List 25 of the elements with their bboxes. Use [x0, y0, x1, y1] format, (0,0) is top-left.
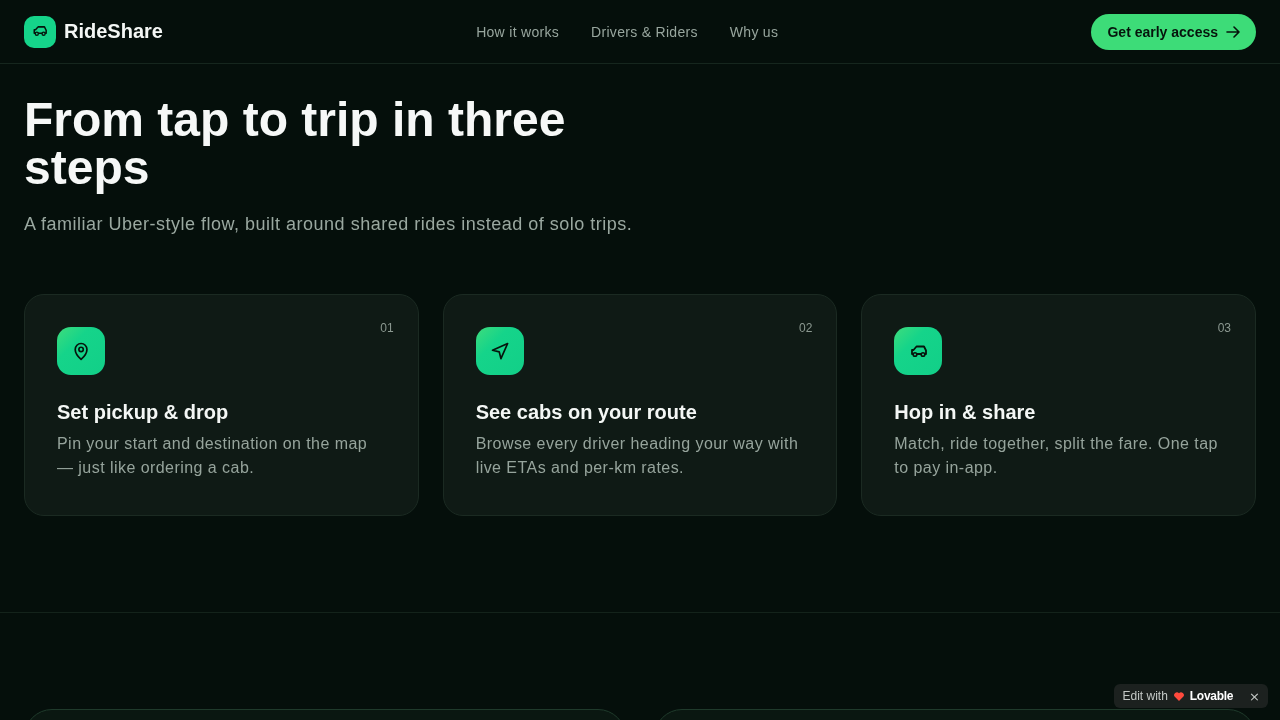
badge-label: Edit with: [1122, 689, 1168, 703]
step-title: See cabs on your route: [475, 400, 698, 425]
step-description: Match, ride together, split the fare. One tap to pay in-app.: [894, 434, 1219, 478]
map-pin-icon: [57, 327, 105, 375]
get-access-button[interactable]: Get early access: [1091, 13, 1256, 50]
step-description: Pin your start and destination on the map — just like ordering a cab.: [57, 434, 369, 478]
hero-subtitle: A familiar Uber-style flow, built around shared rides instead of solo trips.: [24, 213, 634, 236]
step-title: Set pickup & drop: [57, 400, 230, 425]
step-number: 01: [380, 321, 394, 335]
close-button[interactable]: ×: [1239, 688, 1260, 704]
hero-title: From tap to trip in three steps: [24, 96, 567, 192]
badge-brand: Lovable: [1189, 689, 1234, 703]
heart-icon: [1173, 691, 1184, 701]
nav-link[interactable]: How it works: [476, 23, 560, 40]
step-description: Browse every driver heading your way with live ETAs and per-km rates.: [475, 434, 800, 478]
step-number: 02: [798, 321, 813, 335]
edit-badge[interactable]: Edit with Lovable ×: [1114, 684, 1268, 708]
brand-name: RideShare: [64, 20, 163, 43]
arrow-right-icon: [1226, 24, 1240, 39]
nav-link[interactable]: Why us: [729, 23, 779, 40]
car-icon: [894, 327, 943, 375]
step-title: Hop in & share: [894, 400, 1037, 425]
nav-link[interactable]: Drivers & Riders: [591, 23, 698, 40]
step-number: 03: [1217, 321, 1231, 335]
logo-car-icon[interactable]: [24, 15, 56, 48]
